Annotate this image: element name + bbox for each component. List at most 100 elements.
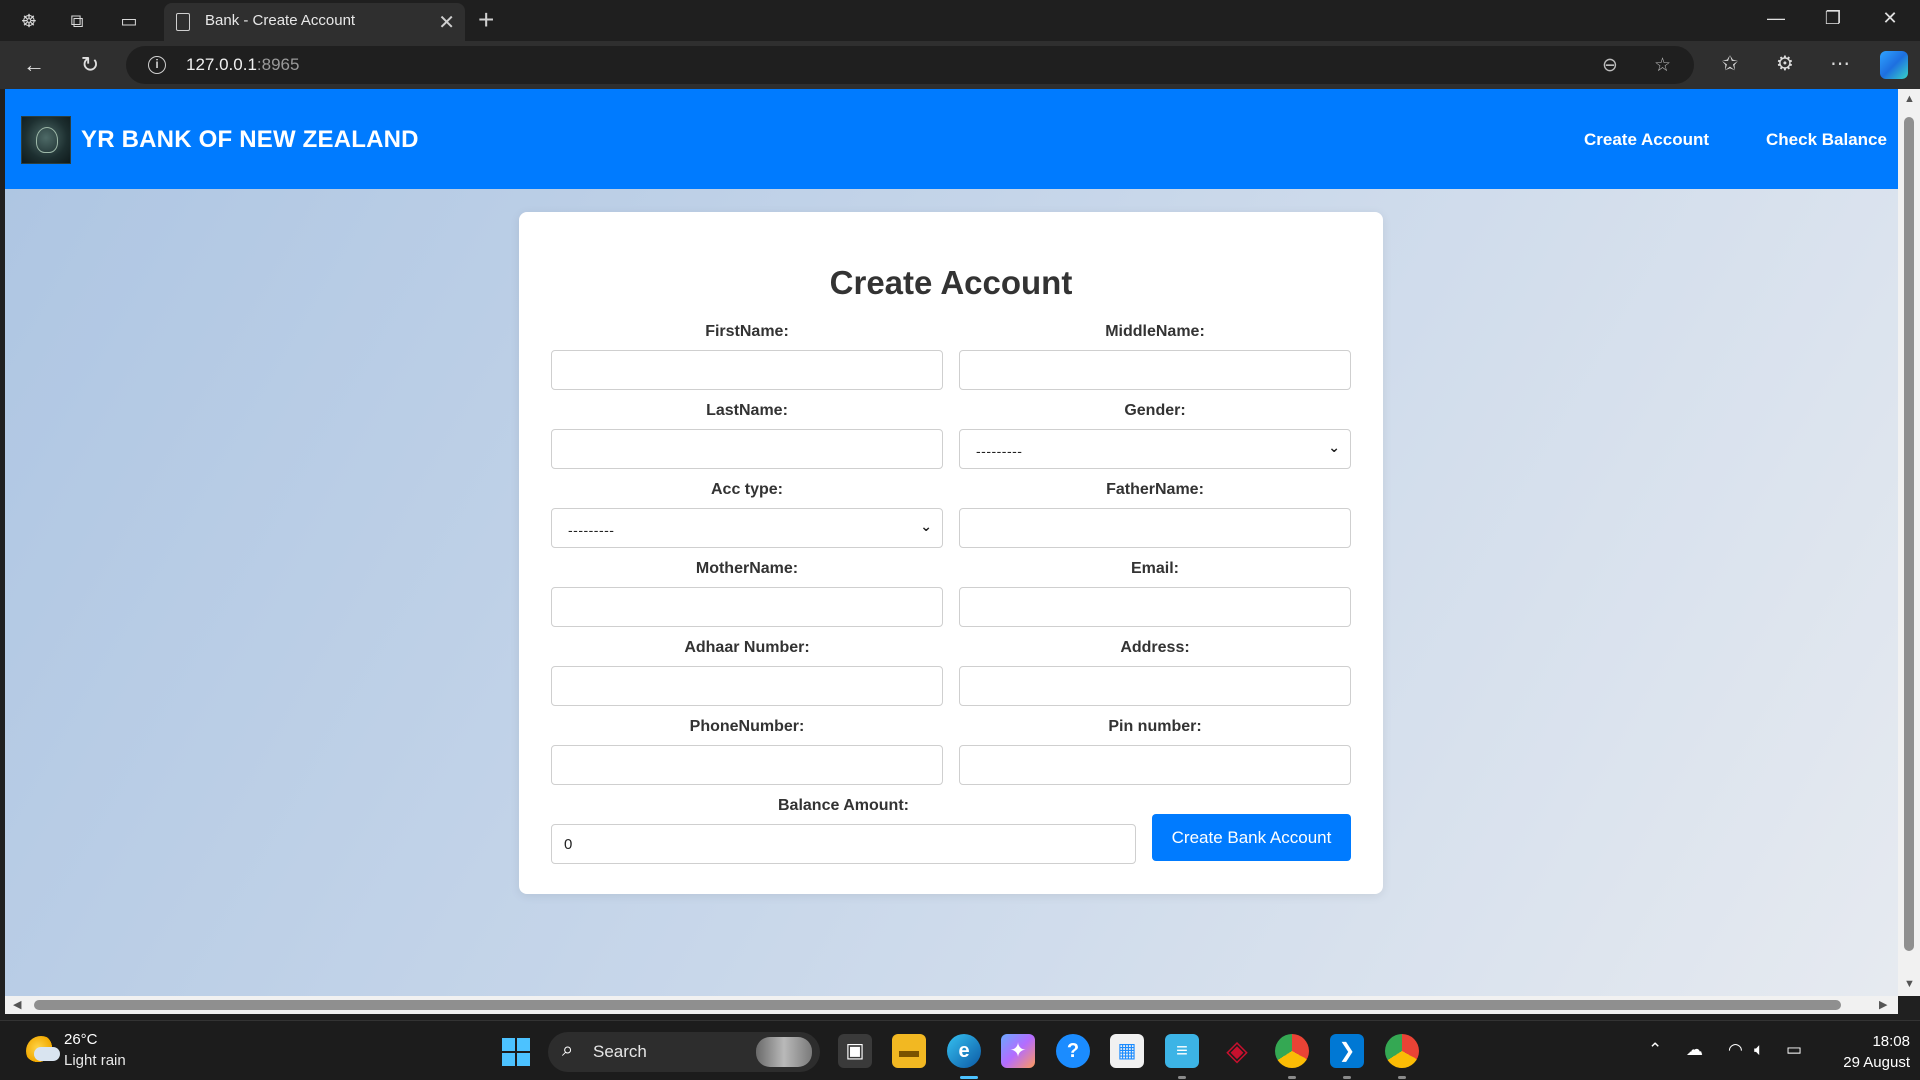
horizontal-scrollbar[interactable]: ◀ ▶ — [5, 996, 1898, 1014]
minimize-icon[interactable]: — — [1756, 8, 1796, 29]
gender-label: Gender: — [1124, 402, 1186, 419]
address-bar-row: ← ↻ i 127.0.0.1:8965 ⊖ ☆ ✩ ⚙ ⋯ — [0, 41, 1920, 89]
acc-type-select[interactable]: --------- ⌄ — [551, 508, 943, 548]
new-tab-icon[interactable]: + — [478, 4, 494, 36]
favorites-icon[interactable]: ✩ — [1716, 51, 1744, 76]
zoom-icon[interactable]: ⊖ — [1602, 54, 1618, 77]
restore-icon[interactable]: ❐ — [1813, 8, 1853, 29]
vertical-scrollbar[interactable]: ▲ ▼ — [1898, 89, 1920, 996]
help-icon[interactable]: ? — [1056, 1034, 1090, 1068]
balance-amount-label: Balance Amount: — [778, 797, 909, 814]
start-menu-icon[interactable] — [502, 1038, 530, 1066]
mother-name-label: MotherName: — [695, 560, 799, 577]
site-info-icon[interactable]: i — [148, 56, 166, 74]
chrome-running-indicator — [1288, 1076, 1296, 1079]
back-icon[interactable]: ← — [20, 51, 48, 79]
nav-link-create-account[interactable]: Create Account — [1584, 130, 1709, 150]
url-field[interactable]: i 127.0.0.1:8965 ⊖ ☆ — [126, 46, 1694, 84]
favorite-star-icon[interactable]: ☆ — [1654, 54, 1671, 77]
battery-icon[interactable]: ▭ — [1786, 1040, 1802, 1060]
scroll-left-icon[interactable]: ◀ — [13, 998, 21, 1011]
show-hidden-icons-icon[interactable]: ⌃ — [1648, 1040, 1662, 1060]
notepad-icon[interactable]: ≡ — [1165, 1034, 1199, 1068]
volume-icon[interactable]: 🔈︎ — [1754, 1040, 1764, 1060]
phone-number-input[interactable] — [551, 745, 943, 785]
weather-description[interactable]: Light rain — [64, 1052, 126, 1069]
mother-name-input[interactable] — [551, 587, 943, 627]
close-window-icon[interactable]: ✕ — [1870, 8, 1910, 29]
close-tab-icon[interactable]: ✕ — [438, 10, 455, 35]
pin-number-input[interactable] — [959, 745, 1351, 785]
bank-logo — [21, 116, 71, 164]
scroll-down-icon[interactable]: ▼ — [1904, 978, 1915, 990]
browser-tab-bar: ☸ ⧉ ▭ Bank - Create Account ✕ + — ❐ ✕ — [0, 0, 1920, 41]
create-bank-account-button[interactable]: Create Bank Account — [1152, 814, 1351, 861]
chevron-down-icon: ⌄ — [1328, 439, 1340, 455]
chrome-icon[interactable] — [1275, 1034, 1309, 1068]
father-name-input[interactable] — [959, 508, 1351, 548]
email-label: Email: — [1130, 560, 1179, 577]
acc-type-label: Acc type: — [710, 481, 784, 498]
store-icon[interactable]: ▦ — [1110, 1034, 1144, 1068]
extensions-icon[interactable]: ⚙ — [1771, 51, 1799, 76]
file-explorer-icon[interactable]: ▬ — [892, 1034, 926, 1068]
father-name-label: FatherName: — [1106, 481, 1204, 498]
task-view-icon[interactable]: ▣ — [838, 1034, 872, 1068]
clock-time: 18:08 — [1872, 1033, 1910, 1050]
scroll-right-icon[interactable]: ▶ — [1879, 998, 1887, 1011]
brand-title[interactable]: YR BANK OF NEW ZEALAND — [81, 126, 419, 154]
gender-select[interactable]: --------- ⌄ — [959, 429, 1351, 469]
page-viewport: YR BANK OF NEW ZEALAND Create Account Ch… — [5, 89, 1898, 996]
tab-title: Bank - Create Account — [205, 12, 356, 29]
gender-selected-value: --------- — [976, 443, 1023, 459]
phone-number-label: PhoneNumber: — [689, 718, 805, 735]
search-label: Search — [593, 1042, 647, 1061]
vscode-icon[interactable]: ❯ — [1330, 1034, 1364, 1068]
taskbar-search[interactable]: ⌕ Search — [548, 1032, 820, 1072]
address-input[interactable] — [959, 666, 1351, 706]
page-icon — [176, 13, 190, 31]
workspaces-icon[interactable]: ⧉ — [64, 8, 90, 34]
middle-name-input[interactable] — [959, 350, 1351, 390]
mcafee-icon[interactable]: ◈ — [1220, 1034, 1254, 1068]
email-input[interactable] — [959, 587, 1351, 627]
adhaar-number-input[interactable] — [551, 666, 943, 706]
search-highlight-image — [756, 1037, 812, 1067]
horizontal-scroll-thumb[interactable] — [34, 1000, 1841, 1010]
last-name-label: LastName: — [706, 402, 788, 419]
system-clock[interactable]: 18:08 29 August — [1826, 1031, 1910, 1073]
vertical-scroll-thumb[interactable] — [1904, 117, 1914, 951]
refresh-icon[interactable]: ↻ — [76, 51, 104, 79]
middle-name-label: MiddleName: — [1105, 323, 1205, 340]
clock-date: 29 August — [1843, 1054, 1910, 1071]
wifi-icon[interactable]: ◠ — [1728, 1040, 1743, 1060]
balance-amount-input[interactable] — [551, 824, 1136, 864]
copilot-icon[interactable] — [1880, 51, 1908, 79]
site-navbar: YR BANK OF NEW ZEALAND Create Account Ch… — [5, 89, 1898, 189]
chrome-profile-icon[interactable] — [1385, 1034, 1419, 1068]
tab-bank-create-account[interactable]: Bank - Create Account ✕ — [164, 3, 465, 41]
url-port: :8965 — [256, 55, 300, 74]
more-menu-icon[interactable]: ⋯ — [1826, 51, 1854, 76]
nav-link-check-balance[interactable]: Check Balance — [1766, 130, 1887, 150]
url-text: 127.0.0.1:8965 — [186, 55, 299, 75]
page-title: Create Account — [829, 264, 1073, 301]
edge-browser-icon[interactable]: e — [947, 1034, 981, 1068]
vscode-running-indicator — [1343, 1076, 1351, 1079]
onedrive-cloud-icon[interactable]: ☁ — [1686, 1040, 1703, 1060]
last-name-input[interactable] — [551, 429, 943, 469]
adhaar-number-label: Adhaar Number: — [684, 639, 810, 656]
url-host: 127.0.0.1 — [186, 55, 257, 74]
windows-taskbar: 26°C Light rain ⌕ Search ▣ ▬ e ✦ ? ▦ ≡ ◈… — [0, 1020, 1920, 1080]
scroll-up-icon[interactable]: ▲ — [1904, 93, 1915, 105]
first-name-input[interactable] — [551, 350, 943, 390]
notepad-running-indicator — [1178, 1076, 1186, 1079]
weather-temperature[interactable]: 26°C — [64, 1031, 98, 1048]
first-name-label: FirstName: — [705, 323, 789, 340]
chrome-profile-running-indicator — [1398, 1076, 1406, 1079]
profile-avatar-icon[interactable]: ☸ — [16, 8, 42, 34]
acc-type-selected-value: --------- — [568, 522, 615, 538]
vertical-tabs-icon[interactable]: ▭ — [116, 8, 142, 34]
copilot-app-icon[interactable]: ✦ — [1001, 1034, 1035, 1068]
edge-running-indicator — [960, 1076, 978, 1079]
